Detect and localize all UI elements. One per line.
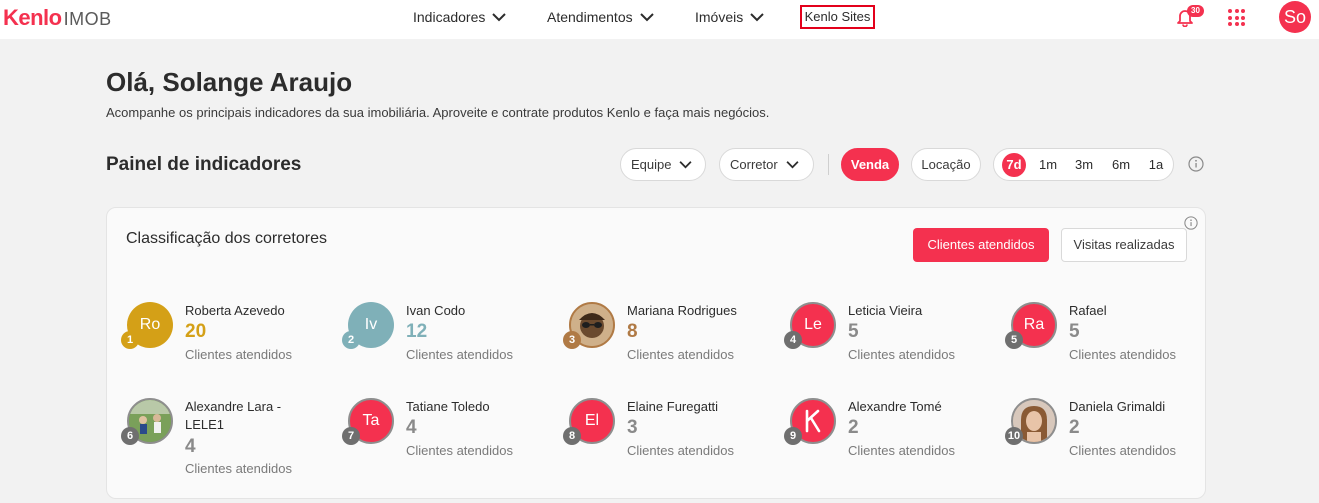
broker-name: Tatiane Toledo <box>406 399 490 414</box>
notification-badge: 30 <box>1187 5 1204 17</box>
broker-name: Ivan Codo <box>406 303 466 318</box>
rank-position: 9 <box>784 427 802 445</box>
nav-imoveis[interactable]: Imóveis <box>695 8 764 26</box>
corretor-dropdown[interactable]: Corretor <box>719 148 814 181</box>
nav-indicadores-label: Indicadores <box>413 9 486 25</box>
metric-label: Clientes atendidos <box>185 461 292 476</box>
user-avatar[interactable]: So <box>1279 1 1311 33</box>
nav-atendimentos-label: Atendimentos <box>547 9 633 25</box>
kenlo-imob-logo[interactable]: Kenlo IMOB <box>3 6 112 31</box>
nav-kenlo-sites[interactable]: Kenlo Sites <box>800 5 875 29</box>
period-selector: 7d 1m 3m 6m 1a <box>993 148 1174 181</box>
metric-label: Clientes atendidos <box>848 443 955 458</box>
rank-position: 1 <box>121 331 139 349</box>
greeting-subtitle: Acompanhe os principais indicadores da s… <box>106 105 770 120</box>
broker-name: Rafael <box>1069 303 1107 318</box>
chevron-down-icon <box>786 161 799 169</box>
chevron-down-icon <box>492 13 507 22</box>
broker-value: 12 <box>406 321 428 342</box>
period-1a[interactable]: 1a <box>1144 153 1168 177</box>
ranking-item[interactable]: 10 Daniela Grimaldi 2 Clientes atendidos <box>1005 398 1221 488</box>
chevron-down-icon <box>679 161 693 169</box>
broker-name: Leticia Vieira <box>848 303 923 318</box>
broker-value: 3 <box>627 417 638 438</box>
rank-position: 7 <box>342 427 360 445</box>
period-6m[interactable]: 6m <box>1109 153 1133 177</box>
ranking-item[interactable]: Ro 1 Roberta Azevedo 20 Clientes atendid… <box>121 302 337 392</box>
filter-divider <box>828 154 829 175</box>
broker-value: 8 <box>627 321 638 342</box>
nav-imoveis-label: Imóveis <box>695 9 744 25</box>
top-bar: Kenlo IMOB Indicadores Atendimentos Imóve… <box>0 0 1319 39</box>
locacao-toggle[interactable]: Locação <box>911 148 981 181</box>
broker-value: 5 <box>1069 321 1080 342</box>
broker-value: 4 <box>185 436 196 457</box>
rank-position: 5 <box>1005 331 1023 349</box>
rank-position: 10 <box>1005 427 1023 445</box>
broker-value: 4 <box>406 417 417 438</box>
visitas-realizadas-button[interactable]: Visitas realizadas <box>1061 228 1187 262</box>
broker-value: 2 <box>848 417 859 438</box>
ranking-item[interactable]: 6 Alexandre Lara - LELE1 4 Clientes aten… <box>121 398 337 488</box>
metric-label: Clientes atendidos <box>406 347 513 362</box>
ranking-item[interactable]: El 8 Elaine Furegatti 3 Clientes atendid… <box>563 398 779 488</box>
broker-name: Elaine Furegatti <box>627 399 719 414</box>
info-icon[interactable] <box>1188 156 1204 172</box>
broker-value: 2 <box>1069 417 1080 438</box>
ranking-item[interactable]: Iv 2 Ivan Codo 12 Clientes atendidos <box>342 302 558 392</box>
equipe-dropdown[interactable]: Equipe <box>620 148 706 181</box>
ranking-item[interactable]: Ta 7 Tatiane Toledo 4 Clientes atendidos <box>342 398 558 488</box>
greeting-title: Olá, Solange Araujo <box>106 67 353 97</box>
metric-label: Clientes atendidos <box>1069 347 1176 362</box>
venda-toggle[interactable]: Venda <box>841 148 899 181</box>
ranking-item[interactable]: Ra 5 Rafael 5 Clientes atendidos <box>1005 302 1221 392</box>
nav-atendimentos[interactable]: Atendimentos <box>547 8 654 26</box>
rank-position: 3 <box>563 331 581 349</box>
logo-sub: IMOB <box>63 9 112 29</box>
card-title: Classificação dos corretores <box>126 230 327 247</box>
equipe-label: Equipe <box>631 157 672 172</box>
metric-label: Clientes atendidos <box>185 347 292 362</box>
metric-label: Clientes atendidos <box>406 443 513 458</box>
ranking-item[interactable]: Le 4 Leticia Vieira 5 Clientes atendidos <box>784 302 1000 392</box>
chevron-down-icon <box>750 13 764 22</box>
period-3m[interactable]: 3m <box>1072 153 1096 177</box>
metric-label: Clientes atendidos <box>1069 443 1176 458</box>
period-7d[interactable]: 7d <box>1002 153 1026 177</box>
broker-name: Mariana Rodrigues <box>627 303 737 318</box>
rank-position: 6 <box>121 427 139 445</box>
logo-brand: Kenlo <box>3 5 62 30</box>
broker-name: Daniela Grimaldi <box>1069 399 1166 414</box>
chevron-down-icon <box>639 13 654 22</box>
corretor-label: Corretor <box>730 157 778 172</box>
ranking-item[interactable]: 9 Alexandre Tomé 2 Clientes atendidos <box>784 398 1000 488</box>
broker-name: Roberta Azevedo <box>185 303 285 318</box>
info-icon[interactable] <box>1184 216 1198 230</box>
broker-name: Alexandre Lara - LELE1 <box>185 399 282 432</box>
clientes-atendidos-button[interactable]: Clientes atendidos <box>913 228 1049 262</box>
rank-position: 4 <box>784 331 802 349</box>
broker-value: 5 <box>848 321 859 342</box>
panel-title: Painel de indicadores <box>106 154 302 175</box>
metric-label: Clientes atendidos <box>848 347 955 362</box>
broker-ranking-card: Classificação dos corretores Clientes at… <box>106 207 1206 499</box>
rank-position: 8 <box>563 427 581 445</box>
broker-name: Alexandre Tomé <box>848 399 942 414</box>
apps-grid-icon[interactable] <box>1228 9 1245 26</box>
period-1m[interactable]: 1m <box>1036 153 1060 177</box>
broker-value: 20 <box>185 321 207 342</box>
metric-label: Clientes atendidos <box>627 347 734 362</box>
rank-position: 2 <box>342 331 360 349</box>
metric-label: Clientes atendidos <box>627 443 734 458</box>
nav-indicadores[interactable]: Indicadores <box>413 8 507 26</box>
ranking-item[interactable]: 3 Mariana Rodrigues 8 Clientes atendidos <box>563 302 779 392</box>
